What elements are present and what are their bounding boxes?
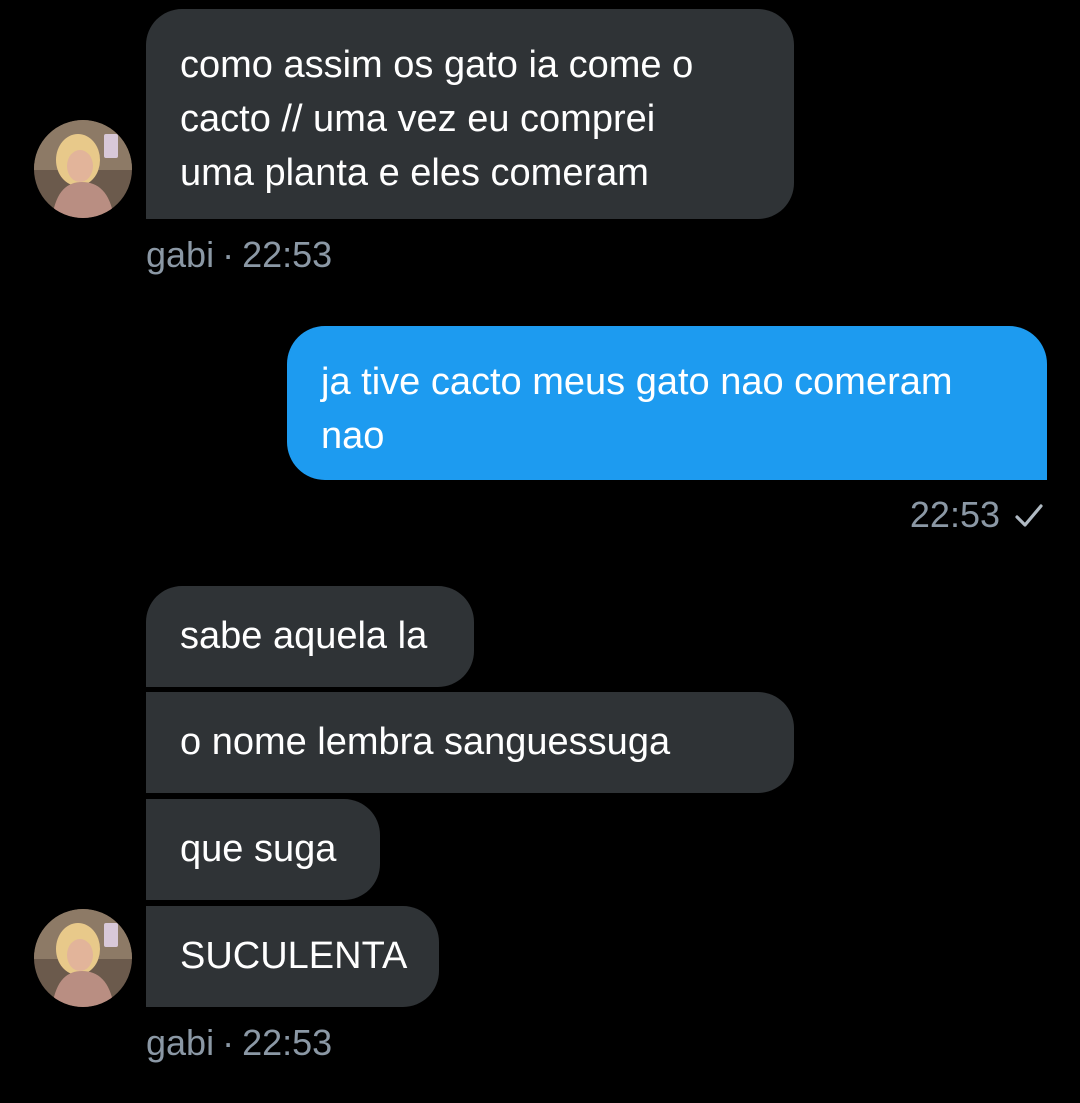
timestamp: 22:53 bbox=[242, 234, 333, 275]
message-text: o nome lembra sanguessuga bbox=[180, 721, 671, 763]
message-bubble[interactable]: ja tive cacto meus gato nao comeram nao bbox=[287, 326, 1047, 480]
timestamp: 22:53 bbox=[909, 494, 1000, 535]
avatar-photo bbox=[34, 120, 132, 218]
message-meta: gabi · 22:53 bbox=[146, 1023, 332, 1063]
timestamp: 22:53 bbox=[242, 1022, 333, 1063]
separator: · bbox=[222, 234, 235, 275]
message-bubble[interactable]: que suga bbox=[146, 799, 380, 900]
avatar[interactable] bbox=[34, 909, 132, 1007]
avatar[interactable] bbox=[34, 120, 132, 218]
check-icon bbox=[1015, 504, 1043, 527]
message-meta: gabi · 22:53 bbox=[146, 235, 332, 275]
sender-name: gabi bbox=[146, 234, 215, 275]
message-line: ja tive cacto meus gato nao comeram bbox=[321, 361, 953, 403]
message-text: SUCULENTA bbox=[180, 935, 408, 977]
message-bubble[interactable]: o nome lembra sanguessuga bbox=[146, 692, 794, 793]
chat-thread: como assim os gato ia come o cacto // um… bbox=[0, 0, 1080, 1103]
message-text: sabe aquela la bbox=[180, 615, 428, 657]
message-bubble[interactable]: SUCULENTA bbox=[146, 906, 439, 1007]
message-line: cacto // uma vez eu comprei bbox=[180, 98, 656, 140]
message-bubble[interactable]: sabe aquela la bbox=[146, 586, 474, 687]
message-meta: 22:53 bbox=[910, 495, 1044, 535]
message-bubble[interactable]: como assim os gato ia come o cacto // um… bbox=[146, 9, 794, 219]
avatar-photo bbox=[34, 909, 132, 1007]
separator: · bbox=[222, 1022, 235, 1063]
message-line: nao bbox=[321, 415, 385, 457]
message-line: como assim os gato ia come o bbox=[180, 44, 694, 86]
message-text: que suga bbox=[180, 828, 337, 870]
message-line: uma planta e eles comeram bbox=[180, 152, 649, 194]
sender-name: gabi bbox=[146, 1022, 215, 1063]
